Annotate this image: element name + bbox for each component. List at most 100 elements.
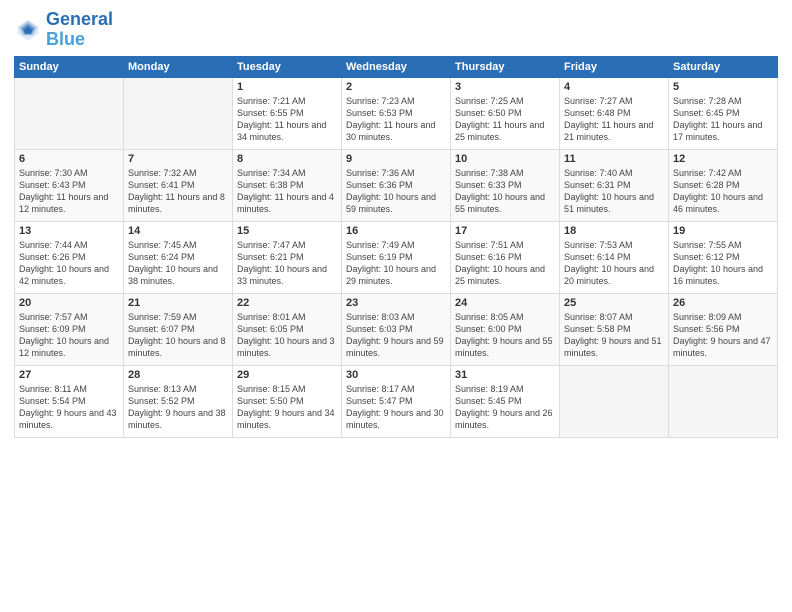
day-info: Sunrise: 7:51 AM Sunset: 6:16 PM Dayligh… xyxy=(455,239,555,288)
day-info: Sunrise: 7:34 AM Sunset: 6:38 PM Dayligh… xyxy=(237,167,337,216)
day-number: 12 xyxy=(673,153,773,165)
calendar-table: SundayMondayTuesdayWednesdayThursdayFrid… xyxy=(14,56,778,438)
day-info: Sunrise: 7:45 AM Sunset: 6:24 PM Dayligh… xyxy=(128,239,228,288)
day-info: Sunrise: 8:13 AM Sunset: 5:52 PM Dayligh… xyxy=(128,383,228,432)
calendar-day-cell: 29 Sunrise: 8:15 AM Sunset: 5:50 PM Dayli… xyxy=(233,365,342,437)
calendar-day-cell: 7 Sunrise: 7:32 AM Sunset: 6:41 PM Daylig… xyxy=(124,149,233,221)
day-number: 1 xyxy=(237,81,337,93)
calendar-body: 1 Sunrise: 7:21 AM Sunset: 6:55 PM Daylig… xyxy=(15,77,778,437)
calendar-day-cell: 10Sunrise: 7:38 AM Sunset: 6:33 PM Dayli… xyxy=(451,149,560,221)
day-number: 20 xyxy=(19,297,119,309)
calendar-day-cell: 2Sunrise: 7:23 AM Sunset: 6:53 PM Daylig… xyxy=(342,77,451,149)
calendar-day-cell: 18 Sunrise: 7:53 AM Sunset: 6:14 PM Dayli… xyxy=(560,221,669,293)
day-info: Sunrise: 8:07 AM Sunset: 5:58 PM Dayligh… xyxy=(564,311,664,360)
day-info: Sunrise: 7:32 AM Sunset: 6:41 PM Dayligh… xyxy=(128,167,228,216)
calendar-day-cell: 14 Sunrise: 7:45 AM Sunset: 6:24 PM Dayli… xyxy=(124,221,233,293)
day-info: Sunrise: 7:44 AM Sunset: 6:26 PM Dayligh… xyxy=(19,239,119,288)
calendar-day-cell: 26Sunrise: 8:09 AM Sunset: 5:56 PM Dayli… xyxy=(669,293,778,365)
calendar-day-cell: 13 Sunrise: 7:44 AM Sunset: 6:26 PM Dayli… xyxy=(15,221,124,293)
day-info: Sunrise: 7:59 AM Sunset: 6:07 PM Dayligh… xyxy=(128,311,228,360)
day-number: 5 xyxy=(673,81,773,93)
day-info: Sunrise: 7:21 AM Sunset: 6:55 PM Dayligh… xyxy=(237,95,337,144)
calendar-day-cell: 27Sunrise: 8:11 AM Sunset: 5:54 PM Dayli… xyxy=(15,365,124,437)
calendar-day-cell: 9Sunrise: 7:36 AM Sunset: 6:36 PM Daylig… xyxy=(342,149,451,221)
calendar-day-cell: 21 Sunrise: 7:59 AM Sunset: 6:07 PM Dayli… xyxy=(124,293,233,365)
weekday-header-cell: Friday xyxy=(560,56,669,77)
day-number: 28 xyxy=(128,369,228,381)
calendar-day-cell: 16 Sunrise: 7:49 AM Sunset: 6:19 PM Dayli… xyxy=(342,221,451,293)
day-info: Sunrise: 8:17 AM Sunset: 5:47 PM Dayligh… xyxy=(346,383,446,432)
weekday-header-cell: Thursday xyxy=(451,56,560,77)
calendar-day-cell: 6Sunrise: 7:30 AM Sunset: 6:43 PM Daylig… xyxy=(15,149,124,221)
day-number: 7 xyxy=(128,153,228,165)
calendar-week-row: 6Sunrise: 7:30 AM Sunset: 6:43 PM Daylig… xyxy=(15,149,778,221)
day-number: 16 xyxy=(346,225,446,237)
day-info: Sunrise: 8:15 AM Sunset: 5:50 PM Dayligh… xyxy=(237,383,337,432)
calendar-day-cell: 15 Sunrise: 7:47 AM Sunset: 6:21 PM Dayli… xyxy=(233,221,342,293)
calendar-week-row: 13 Sunrise: 7:44 AM Sunset: 6:26 PM Dayli… xyxy=(15,221,778,293)
day-number: 31 xyxy=(455,369,555,381)
day-number: 17 xyxy=(455,225,555,237)
day-info: Sunrise: 7:57 AM Sunset: 6:09 PM Dayligh… xyxy=(19,311,119,360)
calendar-day-cell: 20 Sunrise: 7:57 AM Sunset: 6:09 PM Dayli… xyxy=(15,293,124,365)
day-info: Sunrise: 7:49 AM Sunset: 6:19 PM Dayligh… xyxy=(346,239,446,288)
day-number: 13 xyxy=(19,225,119,237)
calendar-day-cell: 4Sunrise: 7:27 AM Sunset: 6:48 PM Daylig… xyxy=(560,77,669,149)
calendar-day-cell: 19 Sunrise: 7:55 AM Sunset: 6:12 PM Dayli… xyxy=(669,221,778,293)
calendar-day-cell: 12Sunrise: 7:42 AM Sunset: 6:28 PM Dayli… xyxy=(669,149,778,221)
weekday-header-row: SundayMondayTuesdayWednesdayThursdayFrid… xyxy=(15,56,778,77)
calendar-day-cell: 1 Sunrise: 7:21 AM Sunset: 6:55 PM Daylig… xyxy=(233,77,342,149)
calendar-day-cell: 17 Sunrise: 7:51 AM Sunset: 6:16 PM Dayli… xyxy=(451,221,560,293)
day-info: Sunrise: 7:36 AM Sunset: 6:36 PM Dayligh… xyxy=(346,167,446,216)
day-number: 21 xyxy=(128,297,228,309)
calendar-day-cell xyxy=(15,77,124,149)
calendar-day-cell: 24 Sunrise: 8:05 AM Sunset: 6:00 PM Dayli… xyxy=(451,293,560,365)
weekday-header-cell: Sunday xyxy=(15,56,124,77)
day-info: Sunrise: 7:23 AM Sunset: 6:53 PM Dayligh… xyxy=(346,95,446,144)
day-info: Sunrise: 7:53 AM Sunset: 6:14 PM Dayligh… xyxy=(564,239,664,288)
day-info: Sunrise: 7:28 AM Sunset: 6:45 PM Dayligh… xyxy=(673,95,773,144)
day-info: Sunrise: 8:05 AM Sunset: 6:00 PM Dayligh… xyxy=(455,311,555,360)
day-info: Sunrise: 7:47 AM Sunset: 6:21 PM Dayligh… xyxy=(237,239,337,288)
calendar-day-cell: 11 Sunrise: 7:40 AM Sunset: 6:31 PM Dayli… xyxy=(560,149,669,221)
weekday-header-cell: Monday xyxy=(124,56,233,77)
calendar-week-row: 20 Sunrise: 7:57 AM Sunset: 6:09 PM Dayli… xyxy=(15,293,778,365)
day-number: 14 xyxy=(128,225,228,237)
day-info: Sunrise: 7:30 AM Sunset: 6:43 PM Dayligh… xyxy=(19,167,119,216)
calendar-day-cell: 25Sunrise: 8:07 AM Sunset: 5:58 PM Dayli… xyxy=(560,293,669,365)
day-info: Sunrise: 7:40 AM Sunset: 6:31 PM Dayligh… xyxy=(564,167,664,216)
day-number: 23 xyxy=(346,297,446,309)
day-info: Sunrise: 8:01 AM Sunset: 6:05 PM Dayligh… xyxy=(237,311,337,360)
day-number: 4 xyxy=(564,81,664,93)
day-number: 11 xyxy=(564,153,664,165)
calendar-week-row: 1 Sunrise: 7:21 AM Sunset: 6:55 PM Daylig… xyxy=(15,77,778,149)
day-number: 18 xyxy=(564,225,664,237)
day-number: 3 xyxy=(455,81,555,93)
day-info: Sunrise: 7:55 AM Sunset: 6:12 PM Dayligh… xyxy=(673,239,773,288)
calendar-day-cell: 8Sunrise: 7:34 AM Sunset: 6:38 PM Daylig… xyxy=(233,149,342,221)
calendar-day-cell: 28 Sunrise: 8:13 AM Sunset: 5:52 PM Dayli… xyxy=(124,365,233,437)
day-number: 29 xyxy=(237,369,337,381)
day-number: 19 xyxy=(673,225,773,237)
calendar-day-cell: 23 Sunrise: 8:03 AM Sunset: 6:03 PM Dayli… xyxy=(342,293,451,365)
page-container: General Blue SundayMondayTuesdayWednesda… xyxy=(0,0,792,444)
calendar-day-cell: 31Sunrise: 8:19 AM Sunset: 5:45 PM Dayli… xyxy=(451,365,560,437)
day-number: 10 xyxy=(455,153,555,165)
logo-icon xyxy=(14,16,42,44)
day-number: 26 xyxy=(673,297,773,309)
day-info: Sunrise: 8:03 AM Sunset: 6:03 PM Dayligh… xyxy=(346,311,446,360)
day-info: Sunrise: 8:11 AM Sunset: 5:54 PM Dayligh… xyxy=(19,383,119,432)
calendar-day-cell: 3 Sunrise: 7:25 AM Sunset: 6:50 PM Daylig… xyxy=(451,77,560,149)
day-number: 30 xyxy=(346,369,446,381)
day-number: 15 xyxy=(237,225,337,237)
calendar-day-cell xyxy=(560,365,669,437)
header: General Blue xyxy=(14,10,778,50)
calendar-day-cell: 22Sunrise: 8:01 AM Sunset: 6:05 PM Dayli… xyxy=(233,293,342,365)
day-number: 24 xyxy=(455,297,555,309)
calendar-day-cell xyxy=(124,77,233,149)
calendar-day-cell: 5 Sunrise: 7:28 AM Sunset: 6:45 PM Daylig… xyxy=(669,77,778,149)
day-info: Sunrise: 7:25 AM Sunset: 6:50 PM Dayligh… xyxy=(455,95,555,144)
logo: General Blue xyxy=(14,10,113,50)
weekday-header-cell: Wednesday xyxy=(342,56,451,77)
logo-text: General Blue xyxy=(46,10,113,50)
